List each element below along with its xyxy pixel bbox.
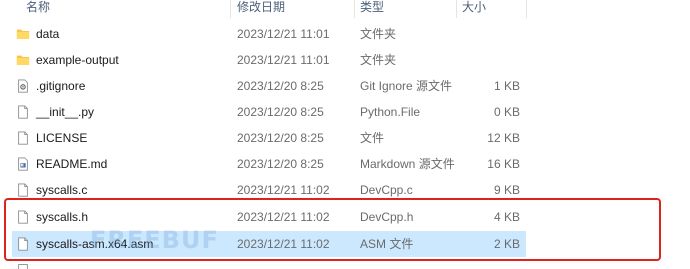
list-item[interactable]: LICENSE 2023/12/20 8:25 文件 12 KB: [12, 125, 526, 151]
list-item[interactable]: README.md 2023/12/20 8:25 Markdown 源文件 1…: [12, 151, 526, 177]
file-size: 1 KB: [493, 79, 520, 93]
column-divider[interactable]: [230, 0, 231, 18]
file-name-cell: .gitignore: [16, 73, 216, 99]
file-type: Python.File: [360, 105, 421, 119]
settings-file-icon: [18, 79, 28, 93]
file-name: LICENSE: [36, 131, 88, 145]
file-size: 12 KB: [487, 131, 520, 145]
file-name: __init__.py: [36, 105, 95, 119]
file-type: 文件夹: [360, 27, 397, 41]
file-name: .gitignore: [36, 79, 86, 93]
column-divider[interactable]: [526, 0, 527, 18]
markdown-file-icon: [18, 157, 28, 171]
file-name-cell: LICENSE: [16, 125, 216, 151]
list-item[interactable]: __init__.py 2023/12/20 8:25 Python.File …: [12, 99, 526, 125]
file-date: 2023/12/21 11:01: [237, 27, 330, 41]
column-header-size[interactable]: 大小: [462, 0, 486, 18]
file-icon: [18, 183, 28, 197]
folder-icon: [16, 29, 30, 39]
file-size: 0 KB: [493, 105, 520, 119]
column-header-name[interactable]: 名称: [26, 0, 50, 18]
file-type: 文件: [360, 131, 385, 145]
file-type: 文件夹: [360, 53, 397, 67]
file-icon: [18, 105, 28, 119]
list-item[interactable]: .gitignore 2023/12/20 8:25 Git Ignore 源文…: [12, 73, 526, 99]
file-date: 2023/12/20 8:25: [237, 157, 324, 171]
column-header-bar: 名称 修改日期 类型 大小: [0, 0, 690, 18]
file-type: Markdown 源文件: [360, 157, 455, 171]
file-explorer: 名称 修改日期 类型 大小 data 2023/12/21 11:01 文件夹 …: [0, 0, 690, 269]
file-name-cell: __init__.py: [16, 99, 216, 125]
file-name: README.md: [36, 157, 108, 171]
file-name: example-output: [36, 53, 119, 67]
list-item-partial[interactable]: [12, 262, 526, 269]
column-header-type[interactable]: 类型: [360, 0, 384, 18]
file-type: Git Ignore 源文件: [360, 79, 453, 93]
file-date: 2023/12/20 8:25: [237, 79, 324, 93]
list-item[interactable]: example-output 2023/12/21 11:01 文件夹: [12, 47, 526, 73]
file-date: 2023/12/20 8:25: [237, 131, 324, 145]
file-size: [460, 21, 520, 47]
folder-icon: [16, 55, 30, 65]
column-divider[interactable]: [354, 0, 355, 18]
file-icon: [18, 264, 28, 269]
highlight-box: [4, 198, 661, 261]
file-name: data: [36, 27, 60, 41]
file-size: [460, 47, 520, 73]
column-divider[interactable]: [456, 0, 457, 18]
file-name-cell: data: [16, 21, 216, 47]
file-date: 2023/12/20 8:25: [237, 105, 324, 119]
file-size: 16 KB: [487, 157, 520, 171]
file-name-cell: example-output: [16, 47, 216, 73]
list-item[interactable]: data 2023/12/21 11:01 文件夹: [12, 21, 526, 47]
column-header-date[interactable]: 修改日期: [237, 0, 285, 18]
file-date: 2023/12/21 11:01: [237, 53, 330, 67]
file-icon: [18, 131, 28, 145]
file-name-cell: README.md: [16, 151, 216, 177]
